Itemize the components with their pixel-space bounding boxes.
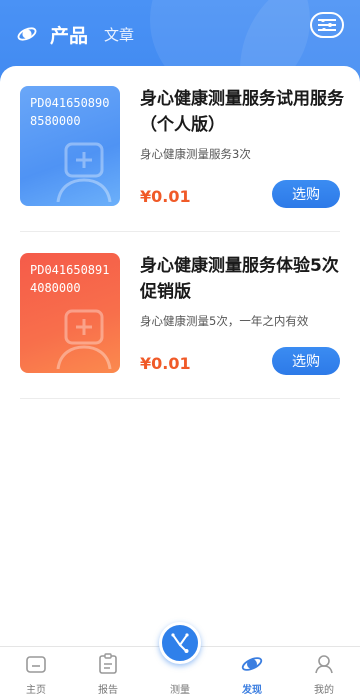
product-title: 身心健康测量服务试用服务（个人版） (140, 89, 344, 135)
measure-fab-button[interactable] (159, 622, 201, 664)
product-title: 身心健康测量服务体验5次促销版 (140, 256, 339, 302)
tab-measure-label: 测量 (170, 685, 190, 696)
product-card[interactable]: PD0416508908580000 身心健康测量服务试用服务（个人版） 身心健… (0, 66, 360, 232)
product-description: 身心健康测量5次，一年之内有效 (140, 314, 309, 328)
product-price: ¥0.01 (140, 187, 191, 206)
report-icon (99, 653, 117, 674)
doctor-icon (56, 142, 112, 202)
tab-products[interactable]: 产品 (50, 21, 88, 48)
product-list: PD0416508908580000 身心健康测量服务试用服务（个人版） 身心健… (0, 66, 360, 646)
tab-discover[interactable]: 发现 (216, 653, 288, 697)
tab-discover-label: 发现 (242, 685, 262, 696)
product-card[interactable]: PD0416508914080000 身心健康测量服务体验5次促销版 身心健康测… (0, 233, 360, 399)
product-thumbnail: PD0416508908580000 (20, 86, 120, 206)
product-code: PD0416508908580000 (30, 96, 110, 128)
product-thumbnail: PD0416508914080000 (20, 253, 120, 373)
user-icon (315, 655, 333, 674)
tab-home-label: 主页 (26, 685, 46, 696)
buy-button[interactable]: 选购 (272, 180, 340, 208)
planet-icon (241, 657, 263, 671)
product-description: 身心健康测量服务3次 (140, 147, 251, 161)
doctor-icon (56, 309, 112, 369)
tab-articles[interactable]: 文章 (104, 24, 134, 45)
planet-logo-icon (17, 27, 37, 41)
tab-home[interactable]: 主页 (0, 653, 72, 697)
tab-report-label: 报告 (98, 685, 118, 696)
product-code: PD0416508914080000 (30, 263, 110, 295)
tab-report[interactable]: 报告 (72, 653, 144, 697)
tab-mine-label: 我的 (314, 685, 334, 696)
tab-mine[interactable]: 我的 (288, 653, 360, 697)
product-price: ¥0.01 (140, 354, 191, 373)
top-bar: 产品 文章 (0, 0, 360, 68)
list-filter-icon (318, 19, 336, 31)
divider (20, 398, 340, 399)
filter-menu-button[interactable] (310, 12, 344, 38)
buy-button[interactable]: 选购 (272, 347, 340, 375)
divider (20, 231, 340, 232)
home-icon (26, 656, 46, 673)
stethoscope-icon (171, 633, 189, 653)
